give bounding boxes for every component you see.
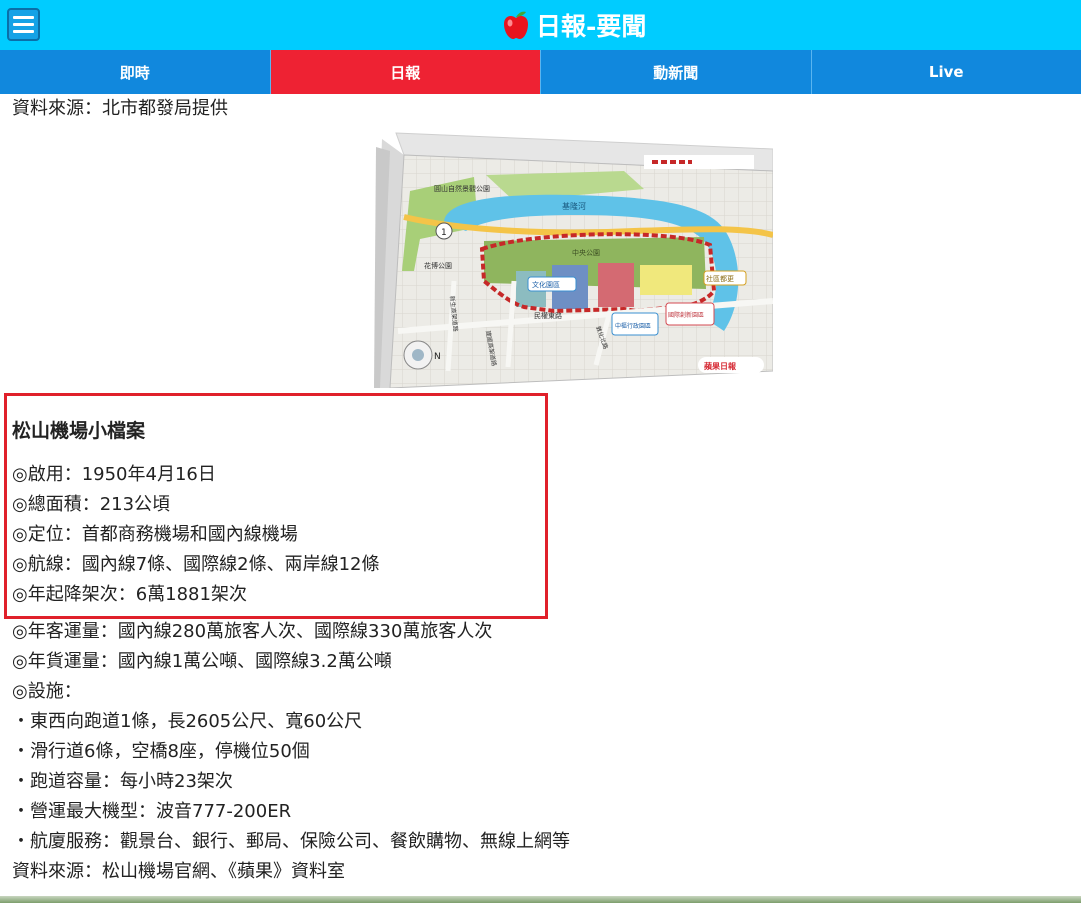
fact-item: ◎航線：國內線7條、國際線2條、兩岸線12條	[12, 554, 380, 575]
facility-item: ・營運最大機型：波音777-200ER	[12, 801, 292, 822]
map-label-innovation: 國際創新園區	[668, 311, 704, 319]
image-source-caption: 資料來源：北市都發局提供	[12, 98, 228, 119]
facility-item: ・跑道容量：每小時23架次	[12, 771, 233, 792]
map-label-park: 圓山自然景觀公園	[434, 184, 490, 193]
facility-item: ・東西向跑道1條，長2605公尺、寬60公尺	[12, 711, 363, 732]
map-label-culture: 文化園區	[532, 280, 560, 289]
fact-item: ◎定位：首都商務機場和國內線機場	[12, 524, 298, 545]
map-label-central-park: 中央公園	[572, 248, 600, 257]
facility-item: ・航廈服務：觀景台、銀行、郵局、保險公司、餐飲購物、無線上網等	[12, 831, 570, 852]
source-caption: 資料來源：松山機場官網、《蘋果》資料室	[12, 861, 345, 882]
bottom-image-edge	[0, 896, 1081, 903]
tab-animated-news[interactable]: 動新聞	[541, 50, 812, 94]
map-label-river: 基隆河	[562, 201, 586, 211]
songshan-airport-map: 基隆河 1 中央公園 圓山自然景觀公園 花博公園 建國高架道路 新生高架道路 民…	[374, 132, 774, 389]
facility-item: ・滑行道6條，空橋8座，停機位50個	[12, 741, 310, 762]
fact-item: ◎啟用：1950年4月16日	[12, 464, 216, 485]
article-body: ◎年客運量：國內線280萬旅客人次、國際線330萬旅客人次 ◎年貨運量：國內線1…	[12, 617, 570, 887]
map-label-admin: 中樞行政園區	[615, 322, 651, 330]
factbox: 松山機場小檔案 ◎啟用：1950年4月16日 ◎總面積：213公頃 ◎定位：首都…	[12, 412, 380, 610]
tab-bar: 即時 日報 動新聞 Live	[0, 50, 1081, 94]
map-label-road-minquan: 民權東路	[534, 311, 562, 320]
map-label-highway: 1	[441, 228, 447, 238]
tab-realtime[interactable]: 即時	[0, 50, 271, 94]
fact-item: ◎年客運量：國內線280萬旅客人次、國際線330萬旅客人次	[12, 621, 493, 642]
tab-live[interactable]: Live	[812, 50, 1081, 94]
top-header-bar: 日報-要聞	[0, 0, 1081, 50]
fact-item: ◎年貨運量：國內線1萬公噸、國際線3.2萬公噸	[12, 651, 392, 672]
tab-daily[interactable]: 日報	[270, 50, 541, 94]
map-label-huabo: 花博公園	[424, 261, 452, 270]
fact-item: ◎設施：	[12, 681, 82, 702]
map-watermark: 蘋果日報	[704, 361, 737, 371]
brand[interactable]: 日報-要聞	[502, 8, 646, 42]
fact-item: ◎總面積：213公頃	[12, 494, 171, 515]
hamburger-menu-icon[interactable]	[7, 8, 40, 41]
map-label-community: 社區都更	[706, 274, 734, 283]
factbox-title: 松山機場小檔案	[12, 420, 146, 442]
fact-item: ◎年起降架次：6萬1881架次	[12, 584, 247, 605]
map-compass-label: N	[434, 352, 441, 362]
page-title: 日報-要聞	[536, 12, 647, 41]
apple-logo-icon	[504, 11, 528, 39]
article-map-image: 基隆河 1 中央公園 圓山自然景觀公園 花博公園 建國高架道路 新生高架道路 民…	[374, 131, 774, 389]
